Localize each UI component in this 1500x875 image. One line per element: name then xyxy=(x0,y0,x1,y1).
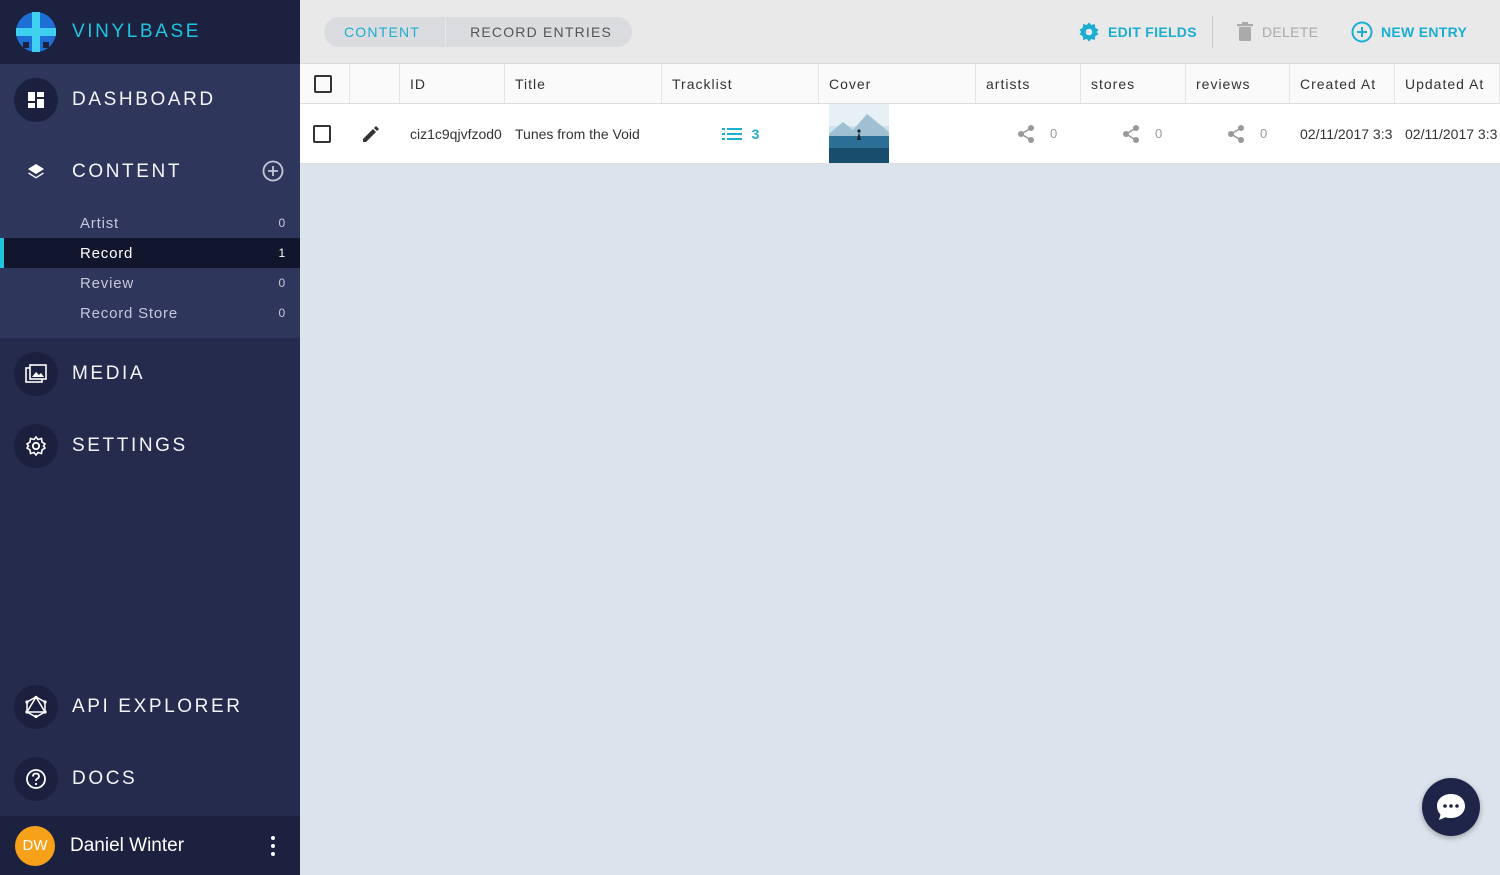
trash-icon xyxy=(1236,22,1254,42)
cell-artists[interactable]: 0 xyxy=(976,104,1081,163)
sidebar-item-record[interactable]: Record 1 xyxy=(0,238,300,268)
tracklist-count: 3 xyxy=(751,125,760,142)
chat-button[interactable] xyxy=(1422,778,1480,836)
sidebar-item-label: Artist xyxy=(80,214,119,232)
sidebar-item-count: 1 xyxy=(278,246,286,260)
sidebar-bottom-nav: API EXPLORER DOCS xyxy=(0,671,300,815)
sidebar-item-label: Review xyxy=(80,274,134,292)
new-entry-label: NEW ENTRY xyxy=(1381,24,1468,40)
nav-settings-label: SETTINGS xyxy=(72,435,188,456)
new-entry-button[interactable]: NEW ENTRY xyxy=(1351,20,1467,44)
column-header[interactable]: Created At xyxy=(1290,64,1395,103)
nav-docs[interactable]: DOCS xyxy=(0,743,300,815)
sidebar-item-label: Record xyxy=(80,244,134,262)
share-icon xyxy=(1123,124,1139,143)
nav-api-explorer[interactable]: API EXPLORER xyxy=(0,671,300,743)
share-icon xyxy=(1228,124,1244,143)
pencil-icon xyxy=(363,125,379,142)
brand-name: VINYLBASE xyxy=(72,21,202,42)
breadcrumb-content[interactable]: CONTENT xyxy=(324,17,459,47)
sidebar-item-label: Record Store xyxy=(80,304,178,322)
row-select-cell xyxy=(300,104,350,163)
artists-count: 0 xyxy=(1050,126,1058,141)
nav-media[interactable]: MEDIA xyxy=(0,338,300,410)
sidebar-item-review[interactable]: Review 0 xyxy=(0,268,300,298)
entries-table: ID Title Tracklist Cover artists stores … xyxy=(300,64,1500,164)
share-icon xyxy=(1018,124,1034,143)
content-type-list: Artist 0 Record 1 Review 0 Record Store … xyxy=(0,208,300,338)
table-header: ID Title Tracklist Cover artists stores … xyxy=(300,64,1500,104)
sidebar-item-count: 0 xyxy=(278,276,286,290)
column-header[interactable]: reviews xyxy=(1186,64,1290,103)
nav-docs-label: DOCS xyxy=(72,768,138,789)
sidebar-item-count: 0 xyxy=(278,216,286,230)
column-header[interactable]: ID xyxy=(400,64,505,103)
brand[interactable]: VINYLBASE xyxy=(0,0,300,64)
user-bar: DW Daniel Winter xyxy=(0,816,300,875)
delete-button[interactable]: DELETE xyxy=(1236,20,1318,44)
dashboard-icon xyxy=(14,78,58,122)
user-name: Daniel Winter xyxy=(70,834,185,856)
breadcrumb: CONTENT RECORD ENTRIES xyxy=(324,17,633,47)
column-header[interactable]: Title xyxy=(505,64,662,103)
top-bar: CONTENT RECORD ENTRIES EDIT FIELDS DELET… xyxy=(300,0,1500,64)
cell-id: ciz1c9qjvfzod0 xyxy=(410,125,502,142)
avatar[interactable]: DW xyxy=(15,825,55,866)
select-all-checkbox[interactable] xyxy=(314,74,332,93)
column-header[interactable]: Updated At xyxy=(1395,64,1500,103)
cell-updated-at: 02/11/2017 3:3 xyxy=(1405,125,1498,142)
cell-created-at: 02/11/2017 3:3 xyxy=(1300,125,1393,142)
column-header[interactable]: stores xyxy=(1081,64,1186,103)
gear-icon xyxy=(14,424,58,468)
help-icon xyxy=(14,757,58,801)
column-header[interactable]: artists xyxy=(976,64,1081,103)
cell-cover[interactable] xyxy=(829,104,976,163)
delete-label: DELETE xyxy=(1262,24,1319,40)
nav-content-label: CONTENT xyxy=(72,161,183,182)
row-checkbox[interactable] xyxy=(313,124,331,143)
graphql-icon xyxy=(14,685,58,729)
gear-icon xyxy=(1078,21,1100,43)
nav-api-explorer-label: API EXPLORER xyxy=(72,696,243,717)
cell-reviews[interactable]: 0 xyxy=(1186,104,1290,163)
nav-settings[interactable]: SETTINGS xyxy=(0,410,300,482)
table-row[interactable]: ciz1c9qjvfzod0 Tunes from the Void 3 0 0 xyxy=(300,104,1500,164)
sidebar-item-record-store[interactable]: Record Store 0 xyxy=(0,298,300,328)
sidebar: VINYLBASE DASHBOARD CONTENT Artist 0 Rec… xyxy=(0,0,300,875)
image-library-icon xyxy=(14,352,58,396)
breadcrumb-record-entries[interactable]: RECORD ENTRIES xyxy=(446,17,633,47)
edit-column-header xyxy=(350,64,400,103)
add-content-type-button[interactable] xyxy=(262,160,284,182)
edit-fields-label: EDIT FIELDS xyxy=(1108,24,1197,40)
column-header[interactable]: Tracklist xyxy=(662,64,819,103)
stores-count: 0 xyxy=(1155,126,1163,141)
select-all-cell xyxy=(300,64,350,103)
sidebar-item-count: 0 xyxy=(278,306,286,320)
column-header[interactable]: Cover xyxy=(819,64,976,103)
layers-icon xyxy=(14,150,58,194)
cell-stores[interactable]: 0 xyxy=(1081,104,1186,163)
edit-row-button[interactable] xyxy=(350,104,400,163)
nav-content[interactable]: CONTENT xyxy=(0,136,300,208)
add-circle-icon xyxy=(1351,21,1373,43)
sidebar-item-artist[interactable]: Artist 0 xyxy=(0,208,300,238)
content-section: CONTENT Artist 0 Record 1 Review 0 Recor… xyxy=(0,136,300,338)
chat-bubble-icon xyxy=(1437,794,1465,820)
more-vertical-icon[interactable] xyxy=(270,836,276,856)
nav-dashboard[interactable]: DASHBOARD xyxy=(0,64,300,136)
edit-fields-button[interactable]: EDIT FIELDS xyxy=(1078,20,1197,44)
toolbar-divider xyxy=(1212,16,1213,48)
vinylbase-logo-icon xyxy=(14,11,58,53)
cell-title: Tunes from the Void xyxy=(515,125,640,142)
cell-tracklist[interactable]: 3 xyxy=(662,104,819,163)
nav-media-label: MEDIA xyxy=(72,363,146,384)
nav-dashboard-label: DASHBOARD xyxy=(72,89,216,110)
cover-thumbnail xyxy=(829,104,889,163)
reviews-count: 0 xyxy=(1260,126,1268,141)
list-icon xyxy=(721,127,742,140)
